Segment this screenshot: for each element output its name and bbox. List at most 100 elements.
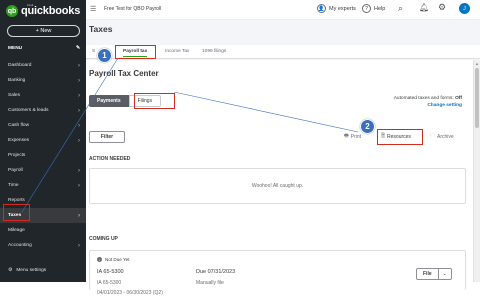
- chevron-right-icon: ›: [78, 242, 80, 249]
- help-button[interactable]: ? Help: [362, 4, 385, 13]
- folder-icon: 🗀: [430, 133, 436, 139]
- payroll-tax-highlight-box: [115, 45, 156, 59]
- sidebar-item-sales[interactable]: Sales ›: [0, 88, 86, 103]
- sidebar-item-label: Projects: [8, 153, 26, 158]
- sidebar-item-dashboard[interactable]: Dashboard ›: [0, 58, 86, 73]
- main-area: Taxes S Payroll tax Income Tax 1099 fili…: [86, 20, 480, 296]
- filter-button[interactable]: Filter: [89, 131, 125, 143]
- help-question-icon: ?: [362, 4, 371, 13]
- sidebar-item-accounting[interactable]: Accounting ›: [0, 238, 86, 253]
- filing-period: 04/01/2023 - 06/30/2023 (Q2): [97, 290, 163, 296]
- help-label: Help: [374, 5, 386, 12]
- sidebar-item-label: Accounting: [8, 243, 32, 248]
- sidebar-item-label: Dashboard: [8, 63, 32, 68]
- change-setting-link[interactable]: Change setting: [394, 102, 462, 109]
- callout-badge-1: 1: [97, 48, 112, 63]
- edit-pencil-icon[interactable]: ✎: [76, 46, 80, 51]
- payroll-tax-center-title: Payroll Tax Center: [89, 69, 159, 78]
- chevron-right-icon: ›: [78, 77, 80, 84]
- sidebar-item-label: Time: [8, 183, 19, 188]
- sidebar-item-label: Customers & leads: [8, 108, 49, 113]
- filing-form-id: IA 65-5300: [97, 280, 122, 286]
- chevron-right-icon: ›: [78, 137, 80, 144]
- menu-label: MENU: [8, 46, 23, 51]
- menu-header: MENU ✎: [8, 46, 80, 51]
- page-title: Taxes: [89, 24, 113, 34]
- search-icon[interactable]: ⌕: [398, 3, 403, 14]
- filing-status: i Not Due Yet: [97, 257, 130, 262]
- filing-card: i Not Due Yet IA 65-5300 IA 65-5300 04/0…: [89, 250, 466, 296]
- quickbooks-logo-icon: qb: [6, 5, 18, 17]
- intuit-label: intuit: [27, 3, 34, 7]
- chevron-right-icon: ›: [78, 107, 80, 114]
- payroll-tax-center-panel: Payroll Tax Center Payments Filings Auto…: [86, 60, 473, 296]
- resources-highlight-box: [377, 129, 423, 145]
- sidebar-item-banking[interactable]: Banking ›: [0, 73, 86, 88]
- sidebar: intuit qb quickbooks + New MENU ✎ Dashbo…: [0, 0, 86, 282]
- coming-up-heading: COMING UP: [89, 236, 118, 242]
- sidebar-item-expenses[interactable]: Expenses ›: [0, 133, 86, 148]
- sidebar-item-cash-flow[interactable]: Cash flow ›: [0, 118, 86, 133]
- action-needed-heading: ACTION NEEDED: [89, 156, 131, 162]
- person-icon: 👤: [317, 4, 326, 13]
- archive-label: Archive: [437, 134, 454, 140]
- sidebar-item-time[interactable]: Time ›: [0, 178, 86, 193]
- new-button[interactable]: + New: [7, 25, 80, 37]
- automated-taxes-label: Automated taxes and forms:: [393, 96, 454, 101]
- scrollbar[interactable]: ▲: [473, 60, 480, 282]
- info-dot-icon: i: [97, 257, 102, 262]
- chevron-right-icon: ›: [78, 167, 80, 174]
- filing-status-label: Not Due Yet: [105, 257, 130, 262]
- file-button[interactable]: File: [417, 269, 439, 279]
- top-bar: ☰ Free Test for QBO Payroll 👤 My experts…: [86, 0, 480, 20]
- quickbooks-logo[interactable]: intuit qb quickbooks: [6, 3, 80, 19]
- chevron-down-icon[interactable]: ⌄: [439, 269, 451, 279]
- chevron-right-icon: ›: [78, 92, 80, 99]
- all-caught-up-message: Woohoo! All caught up.: [251, 183, 304, 189]
- chevron-right-icon: ›: [78, 62, 80, 69]
- sidebar-item-label: Banking: [8, 78, 26, 83]
- automated-taxes-status: Automated taxes and forms: Off Change se…: [394, 95, 462, 109]
- sidebar-item-label: Reports: [8, 198, 25, 203]
- printer-icon: 🖶: [344, 133, 349, 139]
- tab-truncated[interactable]: S: [92, 49, 95, 54]
- print-label: Print: [350, 134, 362, 140]
- avatar[interactable]: J: [459, 3, 470, 14]
- chevron-right-icon: ›: [78, 212, 80, 219]
- filing-form-name: IA 65-5300: [97, 269, 124, 275]
- automated-taxes-value: Off: [455, 96, 462, 101]
- gear-icon[interactable]: ⚙: [438, 2, 446, 13]
- filing-due-date: Due 07/31/2023: [196, 269, 236, 275]
- my-experts-label: My experts: [329, 5, 356, 12]
- chevron-right-icon: ›: [78, 122, 80, 129]
- scroll-up-arrow-icon[interactable]: ▲: [475, 61, 479, 66]
- tab-income-tax[interactable]: Income Tax: [165, 49, 189, 54]
- menu-settings-button[interactable]: ⚙ Menu settings: [8, 268, 46, 273]
- gear-icon: ⚙: [8, 268, 13, 273]
- payments-tab-button[interactable]: Payments: [89, 95, 129, 107]
- sidebar-item-label: Expenses: [8, 138, 30, 143]
- bell-icon[interactable]: 🔔︎: [419, 3, 429, 12]
- sidebar-item-projects[interactable]: Projects: [0, 148, 86, 163]
- filings-highlight-box: [134, 93, 175, 109]
- taxes-highlight-box: [3, 204, 30, 221]
- print-button[interactable]: 🖶 Print: [344, 133, 361, 141]
- callout-badge-2: 2: [360, 119, 375, 134]
- chevron-right-icon: ›: [78, 182, 80, 189]
- company-name: Free Test for QBO Payroll: [104, 6, 162, 12]
- scrollbar-thumb[interactable]: [475, 68, 479, 128]
- sidebar-item-payroll[interactable]: Payroll ›: [0, 163, 86, 178]
- file-split-button: File ⌄: [416, 268, 452, 280]
- filing-method: Manually file: [196, 280, 224, 286]
- action-needed-card: Woohoo! All caught up.: [89, 168, 466, 204]
- sidebar-item-customers-leads[interactable]: Customers & leads ›: [0, 103, 86, 118]
- archive-button[interactable]: 🗀 Archive: [430, 133, 454, 141]
- sidebar-nav: Dashboard › Banking › Sales › Customers & l…: [0, 58, 86, 253]
- sidebar-item-label: Payroll: [8, 168, 23, 173]
- my-experts-button[interactable]: 👤 My experts: [317, 4, 356, 13]
- sidebar-item-label: Mileage: [8, 228, 25, 233]
- tab-1099-filings[interactable]: 1099 filings: [202, 49, 226, 54]
- sidebar-item-mileage[interactable]: Mileage: [0, 223, 86, 238]
- sidebar-item-label: Cash flow: [8, 123, 30, 128]
- hamburger-menu-icon[interactable]: ☰: [90, 5, 96, 13]
